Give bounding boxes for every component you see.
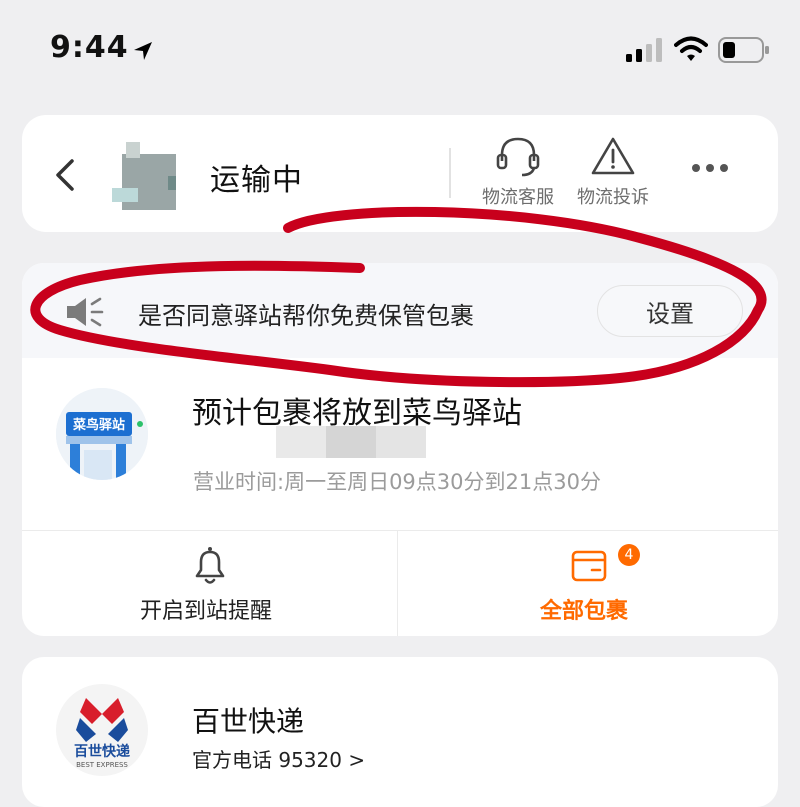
business-hours: 营业时间:周一至周日09点30分到21点30分 — [193, 470, 601, 494]
cellular-signal-icon — [626, 38, 662, 62]
courier-phone-link[interactable]: 官方电话 95320 > — [192, 744, 365, 773]
cainiao-station-logo: 菜鸟驿站 — [56, 388, 148, 480]
logo-text-cn: 百世快递 — [74, 743, 130, 760]
redacted-address-blur — [276, 426, 426, 458]
card-divider — [22, 530, 778, 531]
customer-service-label: 物流客服 — [482, 187, 554, 208]
complaint-label: 物流投诉 — [577, 187, 649, 208]
header-divider — [449, 148, 451, 198]
station-storefront-icon: 菜鸟驿站 — [56, 388, 148, 480]
actions-divider — [397, 531, 398, 636]
location-arrow-icon — [134, 42, 152, 60]
status-time: 9:44 — [50, 30, 129, 65]
all-packages-button[interactable]: 全部包裹 — [540, 593, 628, 625]
complaint-button[interactable]: 物流投诉 — [565, 135, 661, 215]
warning-icon — [591, 137, 635, 175]
station-logo-text: 菜鸟驿站 — [72, 417, 125, 433]
more-options-icon[interactable] — [688, 158, 732, 178]
package-count-badge: 4 — [618, 544, 640, 566]
wifi-icon — [674, 36, 708, 61]
battery-icon — [718, 37, 769, 63]
bell-icon[interactable] — [188, 544, 232, 588]
package-box-icon[interactable] — [570, 546, 608, 584]
best-express-emblem-icon: 百世快递 BEST EXPRESS — [74, 698, 130, 769]
shipment-status-title: 运输中 — [210, 163, 303, 198]
settings-button[interactable]: 设置 — [597, 285, 743, 337]
best-express-logo: 百世快递 BEST EXPRESS — [56, 684, 148, 776]
headset-icon — [496, 137, 540, 177]
arrival-reminder-button[interactable]: 开启到站提醒 — [140, 593, 272, 625]
speaker-icon — [67, 297, 104, 327]
back-chevron-icon[interactable] — [50, 155, 80, 195]
logo-text-en: BEST EXPRESS — [76, 761, 128, 769]
package-thumbnail[interactable] — [108, 138, 180, 212]
courier-name: 百世快递 — [192, 705, 305, 738]
notice-text: 是否同意驿站帮你免费保管包裹 — [138, 302, 474, 330]
customer-service-button[interactable]: 物流客服 — [470, 135, 566, 215]
